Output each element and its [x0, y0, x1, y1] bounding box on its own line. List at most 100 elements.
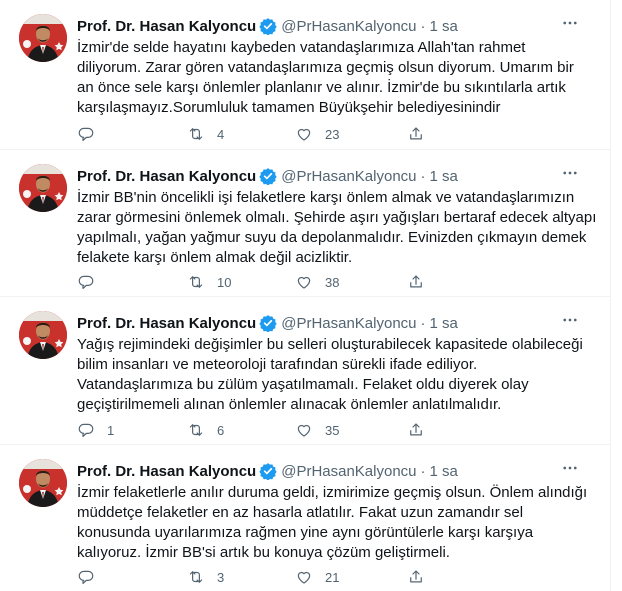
reply-icon — [78, 275, 94, 289]
tweet-text-line: kalıyoruz. İzmir BB'si artık bu konuya ç… — [77, 544, 450, 561]
retweet-count: 3 — [217, 569, 225, 585]
author-handle[interactable]: @PrHasanKalyoncu — [281, 18, 416, 35]
share-icon — [410, 423, 422, 436]
tweet-text-line: Vatandaşlarımıza bu zülüm yaşatılmamalı.… — [77, 376, 529, 393]
tweet-card[interactable]: Prof. Dr. Hasan Kalyoncu @PrHasanKalyonc… — [0, 445, 611, 591]
reply-button[interactable] — [77, 567, 107, 587]
tweet-text-line: İzmir felaketlerle anılır duruma geldi, … — [77, 484, 588, 501]
avatar[interactable] — [19, 311, 67, 359]
reply-button[interactable] — [77, 124, 107, 144]
tweet-actions: 3 21 — [77, 567, 517, 587]
retweet-icon — [189, 424, 203, 436]
avatar[interactable] — [19, 14, 67, 62]
like-heart-icon — [297, 276, 311, 289]
retweet-button[interactable]: 3 — [187, 567, 224, 587]
tweet-time[interactable]: 1 sa — [430, 315, 458, 332]
tweet-card[interactable]: Prof. Dr. Hasan Kalyoncu @PrHasanKalyonc… — [0, 150, 611, 297]
reply-icon — [78, 570, 94, 584]
share-button[interactable] — [407, 272, 425, 292]
retweet-icon — [189, 276, 203, 288]
like-heart-icon — [297, 571, 311, 584]
tweet-text-line: felakete karşı önlem almak değil acizlik… — [77, 249, 353, 266]
like-button[interactable]: 23 — [295, 124, 339, 144]
retweet-count: 10 — [217, 274, 232, 290]
author-name[interactable]: Prof. Dr. Hasan Kalyoncu — [77, 18, 256, 35]
tweet-text-line: karşılaşmayız.Sorumluluk tamamen Büyükşe… — [77, 99, 501, 116]
share-icon — [410, 127, 422, 140]
reply-count: 1 — [107, 422, 115, 438]
like-count: 38 — [325, 274, 340, 290]
tweet-header: Prof. Dr. Hasan Kalyoncu @PrHasanKalyonc… — [77, 15, 458, 37]
tweet-actions: 1 6 35 — [77, 420, 517, 440]
more-options-icon[interactable] — [559, 309, 581, 331]
share-button[interactable] — [407, 567, 425, 587]
share-button[interactable] — [407, 124, 425, 144]
author-name[interactable]: Prof. Dr. Hasan Kalyoncu — [77, 315, 256, 332]
author-handle[interactable]: @PrHasanKalyoncu — [281, 463, 416, 480]
like-heart-icon — [297, 128, 311, 141]
tweet-text-line: müddetçe felaketler en az hasarla atlatı… — [77, 504, 524, 521]
tweet-text: İzmir'de selde hayatını kaybeden vatanda… — [77, 38, 607, 118]
avatar[interactable] — [19, 164, 67, 212]
tweet-actions: 10 38 — [77, 272, 517, 292]
share-icon — [410, 570, 422, 583]
share-icon — [410, 275, 422, 288]
retweet-count: 6 — [217, 422, 225, 438]
tweet-text: İzmir felaketlerle anılır duruma geldi, … — [77, 483, 607, 563]
tweet-text-line: bilim insanları ve meteoroloji tarafında… — [77, 356, 478, 373]
more-options-icon[interactable] — [559, 12, 581, 34]
separator-dot: · — [420, 462, 426, 480]
reply-icon — [78, 423, 94, 437]
like-count: 23 — [325, 126, 340, 142]
share-button[interactable] — [407, 420, 425, 440]
tweet-card[interactable]: Prof. Dr. Hasan Kalyoncu @PrHasanKalyonc… — [0, 297, 611, 445]
like-button[interactable]: 38 — [295, 272, 339, 292]
tweet-text: Yağış rejimindeki değişimler bu selleri … — [77, 335, 607, 415]
verified-badge-icon — [259, 17, 277, 36]
tweet-card[interactable]: Prof. Dr. Hasan Kalyoncu @PrHasanKalyonc… — [0, 0, 611, 150]
tweet-time[interactable]: 1 sa — [430, 463, 458, 480]
verified-badge-icon — [259, 167, 277, 186]
tweet-header: Prof. Dr. Hasan Kalyoncu @PrHasanKalyonc… — [77, 165, 458, 187]
like-button[interactable]: 35 — [295, 420, 339, 440]
tweet-time[interactable]: 1 sa — [430, 168, 458, 185]
tweet-text-line: konusunda uyarılarımıza rağmen yine aynı… — [77, 524, 534, 541]
tweet-actions: 4 23 — [77, 124, 517, 144]
author-name[interactable]: Prof. Dr. Hasan Kalyoncu — [77, 463, 256, 480]
more-options-icon[interactable] — [559, 457, 581, 479]
tweet-text-line: Yağış rejimindeki değişimler bu selleri … — [77, 336, 583, 353]
retweet-icon — [189, 571, 203, 583]
more-options-icon[interactable] — [559, 162, 581, 184]
like-button[interactable]: 21 — [295, 567, 339, 587]
author-handle[interactable]: @PrHasanKalyoncu — [281, 315, 416, 332]
tweet-header: Prof. Dr. Hasan Kalyoncu @PrHasanKalyonc… — [77, 312, 458, 334]
like-count: 35 — [325, 422, 340, 438]
like-heart-icon — [297, 424, 311, 437]
retweet-button[interactable]: 10 — [187, 272, 231, 292]
tweet-text-line: zarar görmesini önlemek olmalı. Şehirde … — [77, 209, 597, 226]
retweet-count: 4 — [217, 126, 225, 142]
reply-icon — [78, 127, 94, 141]
separator-dot: · — [420, 314, 426, 332]
author-handle[interactable]: @PrHasanKalyoncu — [281, 168, 416, 185]
reply-button[interactable] — [77, 272, 107, 292]
like-count: 21 — [325, 569, 340, 585]
avatar[interactable] — [19, 459, 67, 507]
tweet-time[interactable]: 1 sa — [430, 18, 458, 35]
separator-dot: · — [420, 167, 426, 185]
reply-button[interactable]: 1 — [77, 420, 114, 440]
tweet-text-line: İzmir BB'nin öncelikli işi felaketlere k… — [77, 189, 575, 206]
tweet-text-line: diliyorum. Zarar gören vatandaşlarımıza … — [77, 59, 574, 76]
tweet-header: Prof. Dr. Hasan Kalyoncu @PrHasanKalyonc… — [77, 460, 458, 482]
retweet-button[interactable]: 6 — [187, 420, 224, 440]
verified-badge-icon — [259, 314, 277, 333]
tweet-text-line: yapılmalı, yağan yağmur suyu da depolanm… — [77, 229, 587, 246]
author-name[interactable]: Prof. Dr. Hasan Kalyoncu — [77, 168, 256, 185]
verified-badge-icon — [259, 462, 277, 481]
separator-dot: · — [420, 17, 426, 35]
tweet-text-line: an önce sele karşı önlemler planlanır ve… — [77, 79, 566, 96]
tweet-text-line: geçiştirilmemeli alınan önlemler alınaca… — [77, 396, 502, 413]
retweet-button[interactable]: 4 — [187, 124, 224, 144]
tweet-feed: Prof. Dr. Hasan Kalyoncu @PrHasanKalyonc… — [0, 0, 611, 591]
tweet-text-line: İzmir'de selde hayatını kaybeden vatanda… — [77, 39, 526, 56]
